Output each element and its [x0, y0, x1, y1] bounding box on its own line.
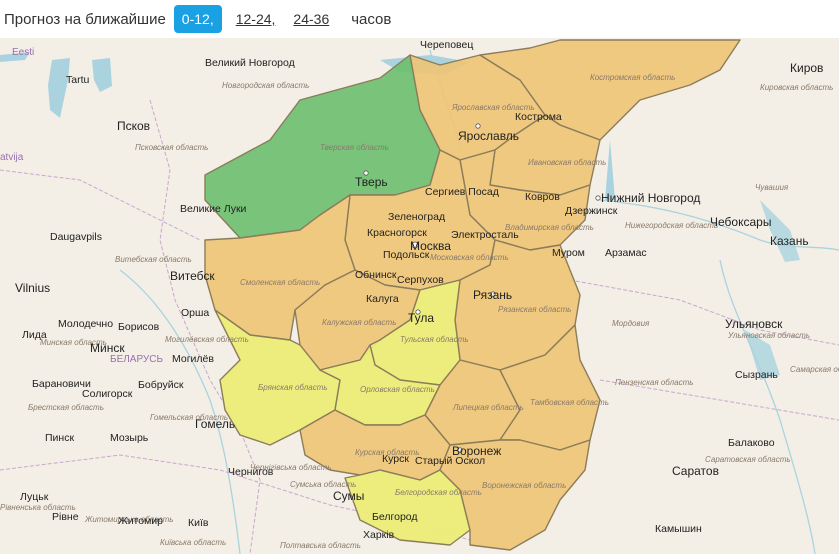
city-kamyshin: Камышин [655, 523, 702, 535]
city-ulyanovsk: Ульяновск [725, 317, 783, 331]
forecast-prefix: Прогноз на ближайшие [4, 10, 166, 28]
label-orel-region: Орловская область [360, 385, 435, 394]
label-kaluga-region: Калужская область [322, 318, 396, 327]
city-saratov: Саратов [672, 464, 719, 478]
city-nizhny: Нижний Новгород [601, 191, 700, 205]
label-eesti: Eesti [12, 47, 34, 58]
city-orsha: Орша [181, 307, 209, 319]
city-tula: Тула [408, 311, 434, 325]
label-tambov-region: Тамбовская область [530, 398, 609, 407]
city-molodechno: Молодечно [58, 318, 113, 330]
label-mordovia: Мордовия [612, 319, 650, 328]
label-belgorod-region: Белгородская область [395, 488, 482, 497]
city-stary-oskol: Старый Оскол [415, 455, 485, 467]
city-belgorod: Белгород [372, 511, 418, 523]
city-gomel: Гомель [195, 417, 235, 431]
label-kostroma-region: Костромская область [590, 73, 675, 82]
label-mogilev-region: Могилёвская область [165, 335, 249, 344]
city-tver: Тверь [355, 175, 388, 189]
city-velikie-luki: Великие Луки [180, 203, 247, 215]
city-kyiv: Київ [188, 517, 209, 529]
city-mozyr: Мозырь [110, 432, 149, 444]
label-nizhny-region: Нижегородская область [625, 221, 718, 230]
label-belarus: БЕЛАРУСЬ [110, 354, 163, 365]
city-bobruisk: Бобруйск [138, 379, 184, 391]
city-kovrov: Ковров [525, 191, 560, 203]
forecast-map[interactable]: Тверская область Ярославская область Кос… [0, 38, 839, 554]
label-ryazan-region: Рязанская область [498, 305, 571, 314]
city-kazan: Казань [770, 234, 809, 248]
city-krasnogorsk: Красногорск [367, 227, 427, 239]
city-zelenograd: Зеленоград [388, 211, 445, 223]
label-kyiv-region: Київська область [160, 538, 226, 547]
label-brest-region: Брестская область [28, 403, 104, 412]
city-cherepovets: Череповец [420, 39, 473, 51]
city-daugavpils: Daugavpils [50, 231, 102, 243]
forecast-header: Прогноз на ближайшие 0-12, 12-24, 24-36 … [0, 0, 839, 38]
city-lida: Лида [22, 329, 47, 341]
range-24-36-link[interactable]: 24-36 [293, 11, 329, 27]
label-kirov-region: Кировская область [760, 83, 833, 92]
city-minsk: Минск [90, 341, 125, 355]
label-vitebsk-region: Витебская область [115, 255, 192, 264]
label-tver-region: Тверская область [320, 143, 389, 152]
label-samara-region: Самарская область [790, 365, 839, 374]
label-smolensk-region: Смоленская область [240, 278, 320, 287]
city-zhytomyr: Житомир [118, 515, 163, 527]
city-murom: Муром [552, 247, 585, 259]
city-dzerzhinsk: Дзержинск [565, 205, 618, 217]
label-voronezh-region: Воронежская область [482, 481, 566, 490]
label-tula-region: Тульская область [400, 335, 469, 344]
city-rivne: Рівне [52, 511, 79, 523]
label-penza-region: Пензенская область [615, 378, 693, 387]
city-borisov: Борисов [118, 321, 160, 333]
label-ulyanovsk-region: Ульяновская область [727, 331, 810, 340]
city-sumy: Сумы [333, 489, 364, 503]
city-elektrostal: Электросталь [451, 229, 519, 241]
label-saratov-region: Саратовская область [705, 455, 791, 464]
city-kharkiv: Харків [363, 529, 395, 541]
city-mogilev: Могилёв [172, 353, 214, 365]
city-kursk: Курск [382, 453, 409, 465]
city-tartu: Tartu [66, 74, 90, 86]
label-moscow-region: Московская область [430, 253, 509, 262]
city-arzamas: Арзамас [605, 247, 647, 259]
city-pskov: Псков [117, 119, 150, 133]
label-bryansk-region: Брянская область [258, 383, 328, 392]
forecast-unit: часов [351, 10, 392, 28]
range-0-12-button[interactable]: 0-12, [173, 5, 222, 33]
label-ivanovo-region: Ивановская область [528, 158, 606, 167]
city-sergiev-posad: Сергиев Посад [425, 186, 499, 198]
city-kirov: Киров [790, 61, 823, 75]
label-poltava-region: Полтавська область [280, 541, 361, 550]
city-kaluga: Калуга [366, 293, 399, 305]
city-soligorsk: Солигорск [82, 388, 133, 400]
label-pskov-region: Псковская область [135, 143, 208, 152]
city-podolsk: Подольск [383, 249, 430, 261]
label-chuvashia: Чувашия [755, 183, 789, 192]
label-lipetsk-region: Липецкая область [452, 403, 524, 412]
city-yaroslavl: Ярославль [458, 129, 519, 143]
city-cheboksary: Чебоксары [710, 215, 771, 229]
label-latvija: atvija [0, 152, 24, 163]
city-ryazan: Рязань [473, 288, 512, 302]
city-serpukhov: Серпухов [397, 274, 444, 286]
city-vitebsk: Витебск [170, 269, 215, 283]
city-obninsk: Обнинск [355, 269, 397, 281]
label-novgorod-region: Новгородская область [222, 81, 309, 90]
city-balakovo: Балаково [728, 437, 775, 449]
city-chernihiv: Чернигов [228, 466, 274, 478]
range-12-24-link[interactable]: 12-24, [236, 11, 276, 27]
city-syzran: Сызрань [735, 369, 778, 381]
city-velikiy-novgorod: Великий Новгород [205, 57, 295, 69]
city-vilnius: Vilnius [15, 281, 50, 295]
city-pinsk: Пинск [45, 432, 74, 444]
label-sumy-region: Сумська область [290, 480, 356, 489]
city-lutsk: Луцьк [20, 491, 49, 503]
city-kostroma: Кострома [515, 111, 562, 123]
